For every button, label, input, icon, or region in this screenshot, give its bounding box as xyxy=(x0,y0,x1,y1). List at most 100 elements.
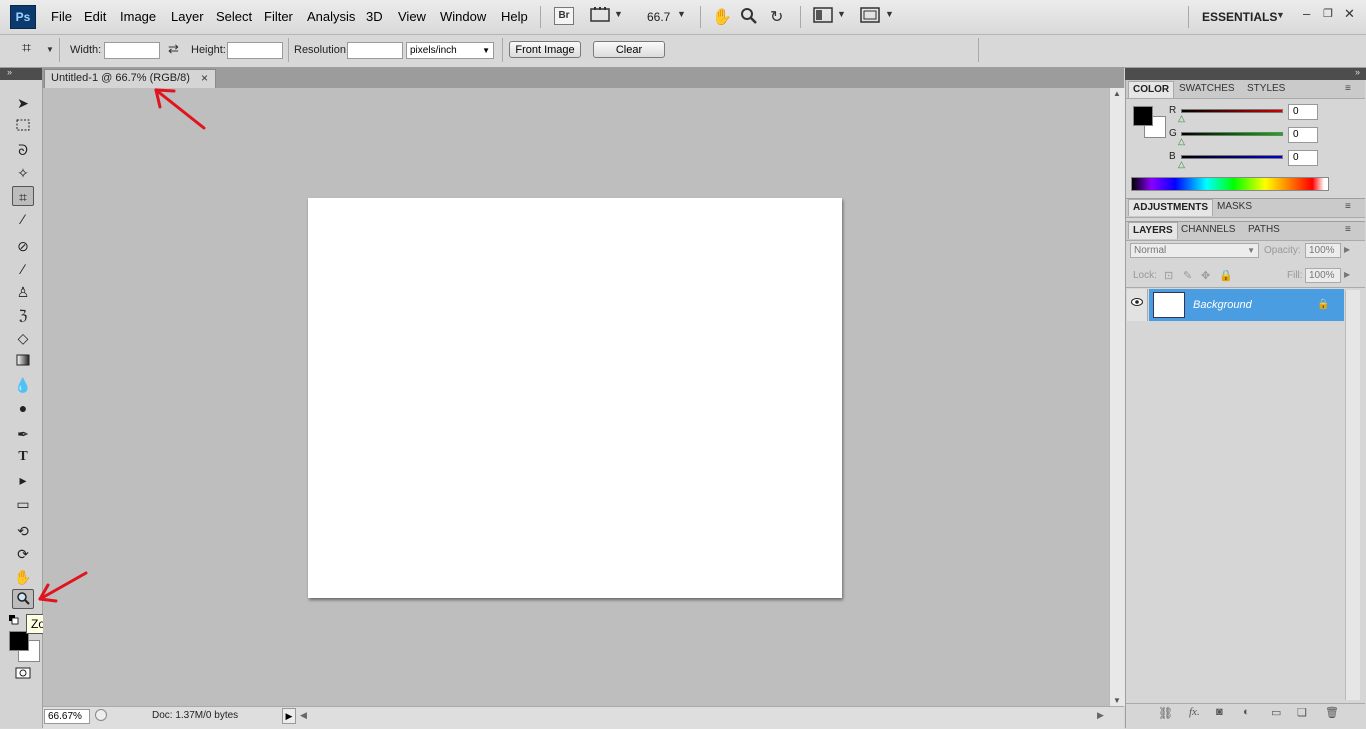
status-menu-arrow-icon[interactable]: ▶ xyxy=(282,708,296,724)
menu-file[interactable]: File xyxy=(51,9,72,24)
new-layer-icon[interactable]: ❏ xyxy=(1297,706,1307,719)
chevron-down-icon[interactable]: ▼ xyxy=(885,9,894,19)
eraser-tool-icon[interactable]: ◇ xyxy=(12,328,34,348)
lock-transparent-icon[interactable]: ⊡ xyxy=(1164,269,1173,282)
blur-tool-icon[interactable]: 💧 xyxy=(12,375,34,395)
tab-paths[interactable]: PATHS xyxy=(1244,222,1284,238)
workspace-switcher[interactable]: ESSENTIALS xyxy=(1202,10,1277,24)
tab-channels[interactable]: CHANNELS xyxy=(1177,222,1239,238)
scroll-right-icon[interactable]: ▶ xyxy=(1097,710,1104,721)
document-canvas[interactable] xyxy=(308,198,842,598)
restore-icon[interactable]: ❐ xyxy=(1323,7,1333,20)
rotate-view-icon[interactable]: ↻ xyxy=(770,7,783,27)
tab-color[interactable]: COLOR xyxy=(1128,81,1175,98)
adjustment-layer-icon[interactable]: ◐ xyxy=(1243,706,1250,718)
move-tool-icon[interactable]: ➤ xyxy=(12,93,34,113)
eye-icon[interactable] xyxy=(1131,297,1143,309)
opacity-arrow-icon[interactable]: ▶ xyxy=(1344,245,1350,254)
fill-field[interactable]: 100% xyxy=(1305,268,1341,283)
hand-tool-icon[interactable]: ✋ xyxy=(712,7,732,27)
close-icon[interactable]: ✕ xyxy=(1344,6,1355,22)
tab-styles[interactable]: STYLES xyxy=(1243,81,1289,97)
layer-style-icon[interactable]: fx. xyxy=(1189,706,1200,718)
panel-menu-icon[interactable]: ≡ xyxy=(1345,83,1351,94)
menu-3d[interactable]: 3D xyxy=(366,9,383,24)
bridge-icon[interactable]: Br xyxy=(554,7,574,25)
delete-layer-icon[interactable]: 🗑 xyxy=(1325,706,1339,719)
tab-layers[interactable]: LAYERS xyxy=(1128,222,1178,239)
quick-mask-icon[interactable] xyxy=(12,664,34,684)
width-field[interactable] xyxy=(104,42,160,59)
foreground-color-swatch[interactable] xyxy=(9,631,29,651)
red-slider[interactable] xyxy=(1181,109,1283,113)
panel-menu-icon[interactable]: ≡ xyxy=(1345,224,1351,235)
dodge-tool-icon[interactable]: ● xyxy=(12,398,34,418)
menu-layer[interactable]: Layer xyxy=(171,9,204,24)
red-slider-thumb[interactable]: △ xyxy=(1178,113,1185,124)
color-spectrum-ramp[interactable] xyxy=(1131,177,1329,191)
eyedropper-tool-icon[interactable]: ⁄ xyxy=(12,209,34,229)
menu-image[interactable]: Image xyxy=(120,9,156,24)
blue-value-field[interactable]: 0 xyxy=(1288,150,1318,166)
view-extras-icon[interactable] xyxy=(590,7,610,26)
clear-button[interactable]: Clear xyxy=(593,41,665,58)
zoom-tool-icon[interactable] xyxy=(12,589,34,609)
minimize-icon[interactable]: – xyxy=(1303,6,1310,21)
menu-filter[interactable]: Filter xyxy=(264,9,293,24)
panel-dock-header[interactable]: » xyxy=(1125,67,1366,80)
blend-mode-select[interactable]: Normal ▼ xyxy=(1130,243,1259,258)
blue-slider[interactable] xyxy=(1181,155,1283,159)
crop-tool-preset-icon[interactable]: ⌗ xyxy=(22,40,31,58)
3d-orbit-tool-icon[interactable]: ⟳ xyxy=(12,544,34,564)
crop-tool-icon[interactable]: ⌗ xyxy=(12,186,34,206)
menu-view[interactable]: View xyxy=(398,9,426,24)
fill-arrow-icon[interactable]: ▶ xyxy=(1344,270,1350,279)
color-panel-foreground-swatch[interactable] xyxy=(1133,106,1153,126)
link-layers-icon[interactable]: ⛓ xyxy=(1158,706,1173,720)
new-group-icon[interactable]: ▭ xyxy=(1271,706,1281,719)
menu-select[interactable]: Select xyxy=(216,9,252,24)
tab-masks[interactable]: MASKS xyxy=(1213,199,1256,215)
resolution-field[interactable] xyxy=(347,42,403,59)
lasso-tool-icon[interactable]: ᘐ xyxy=(12,140,34,160)
chevron-down-icon[interactable]: ▼ xyxy=(677,9,686,19)
lock-pixels-icon[interactable]: ✎ xyxy=(1183,269,1192,282)
layers-scrollbar[interactable] xyxy=(1345,290,1360,700)
brush-tool-icon[interactable]: ∕ xyxy=(12,259,34,279)
green-slider-thumb[interactable]: △ xyxy=(1178,136,1185,147)
front-image-button[interactable]: Front Image xyxy=(509,41,581,58)
green-value-field[interactable]: 0 xyxy=(1288,127,1318,143)
layer-mask-icon[interactable]: ◙ xyxy=(1216,706,1223,718)
scroll-down-icon[interactable]: ▼ xyxy=(1113,696,1121,705)
scroll-left-icon[interactable]: ◀ xyxy=(300,710,307,721)
tools-panel-header[interactable]: » xyxy=(0,67,42,80)
vertical-scrollbar[interactable]: ▲ ▼ xyxy=(1109,88,1125,706)
chevron-down-icon[interactable]: ▼ xyxy=(614,9,623,19)
menu-edit[interactable]: Edit xyxy=(84,9,106,24)
red-value-field[interactable]: 0 xyxy=(1288,104,1318,120)
shape-tool-icon[interactable]: ▭ xyxy=(12,494,34,514)
blue-slider-thumb[interactable]: △ xyxy=(1178,159,1185,170)
gradient-tool-icon[interactable] xyxy=(12,351,34,371)
height-field[interactable] xyxy=(227,42,283,59)
opacity-field[interactable]: 100% xyxy=(1305,243,1341,258)
lock-position-icon[interactable]: ✥ xyxy=(1201,269,1210,282)
tab-adjustments[interactable]: ADJUSTMENTS xyxy=(1128,199,1214,216)
status-zoom-field[interactable]: 66.67% xyxy=(44,709,90,724)
green-slider[interactable] xyxy=(1181,132,1283,136)
screen-mode-icon[interactable] xyxy=(860,7,880,26)
pen-tool-icon[interactable]: ✒ xyxy=(12,424,34,444)
layer-name[interactable]: Background xyxy=(1193,299,1252,311)
chevron-down-icon[interactable]: ▼ xyxy=(46,45,54,54)
chevron-down-icon[interactable]: ▼ xyxy=(837,9,846,19)
resolution-unit-select[interactable]: pixels/inch ▼ xyxy=(406,42,494,59)
menu-analysis[interactable]: Analysis xyxy=(307,9,355,24)
3d-rotate-tool-icon[interactable]: ⟲ xyxy=(12,521,34,541)
healing-brush-tool-icon[interactable]: ⊘ xyxy=(12,236,34,256)
scroll-up-icon[interactable]: ▲ xyxy=(1113,89,1121,98)
arrange-documents-icon[interactable] xyxy=(813,7,833,26)
magic-wand-tool-icon[interactable]: ✧ xyxy=(12,163,34,183)
status-icon[interactable] xyxy=(95,709,107,721)
zoom-level-field[interactable]: 66.7 xyxy=(647,10,670,24)
lock-all-icon[interactable]: 🔒 xyxy=(1219,269,1233,282)
